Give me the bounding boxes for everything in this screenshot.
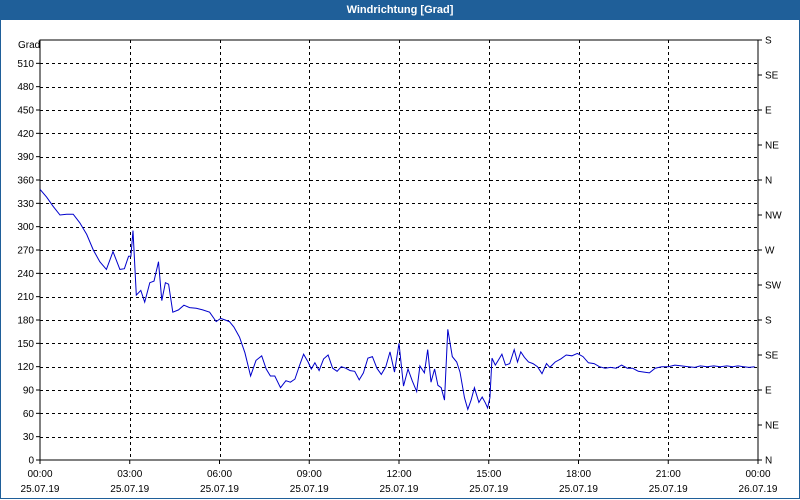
y-tick-label: 420 bbox=[17, 129, 34, 140]
right-tick-label: N bbox=[765, 456, 772, 467]
right-tick-label: SE bbox=[765, 71, 779, 82]
right-tick-label: W bbox=[765, 246, 775, 257]
x-tick-date: 25.07.19 bbox=[559, 484, 598, 495]
right-tick-label: SW bbox=[765, 281, 782, 292]
wind-direction-chart: 0 30 60 90 120 150 180 210 240 270 300 330 360 390 420… bbox=[17, 36, 782, 496]
y-tick-label: 330 bbox=[17, 199, 34, 210]
right-tick-label: S bbox=[765, 36, 772, 47]
y-axis-label: Grad bbox=[18, 40, 40, 51]
x-tick-date: 26.07.19 bbox=[739, 484, 778, 495]
x-tick-time: 00:00 bbox=[27, 469, 52, 480]
series-line bbox=[39, 188, 755, 412]
x-tick-date: 25.07.19 bbox=[200, 484, 239, 495]
x-tick-time: 00:00 bbox=[745, 469, 770, 480]
y-tick-label: 90 bbox=[23, 386, 35, 397]
y-axis-right: N NE E SE S SW W NW N NE E SE S bbox=[758, 36, 782, 467]
right-tick-label: NW bbox=[765, 211, 782, 222]
y-tick-label: 120 bbox=[17, 362, 34, 373]
x-tick-time: 15:00 bbox=[476, 469, 501, 480]
x-tick-date: 25.07.19 bbox=[649, 484, 688, 495]
y-tick-label: 390 bbox=[17, 152, 34, 163]
y-tick-label: 360 bbox=[17, 176, 34, 187]
x-tick-time: 18:00 bbox=[566, 469, 591, 480]
y-tick-label: 30 bbox=[23, 432, 35, 443]
right-tick-label: N bbox=[765, 176, 772, 187]
x-tick-date: 25.07.19 bbox=[21, 484, 60, 495]
x-tick-time: 21:00 bbox=[656, 469, 681, 480]
y-tick-label: 60 bbox=[23, 409, 35, 420]
y-tick-label: 300 bbox=[17, 222, 34, 233]
x-tick-time: 09:00 bbox=[297, 469, 322, 480]
y-tick-label: 180 bbox=[17, 316, 34, 327]
right-tick-label: S bbox=[765, 316, 772, 327]
y-tick-label: 210 bbox=[17, 292, 34, 303]
y-tick-label: 0 bbox=[28, 456, 34, 467]
x-tick-date: 25.07.19 bbox=[110, 484, 149, 495]
x-tick-date: 25.07.19 bbox=[380, 484, 419, 495]
right-tick-label: SE bbox=[765, 351, 779, 362]
x-axis: 00:00 25.07.19 03:00 25.07.19 06:00 25.07.19 0… bbox=[21, 460, 778, 495]
y-tick-label: 510 bbox=[17, 59, 34, 70]
x-tick-time: 03:00 bbox=[117, 469, 142, 480]
x-tick-time: 06:00 bbox=[207, 469, 232, 480]
x-tick-date: 25.07.19 bbox=[290, 484, 329, 495]
x-tick-date: 25.07.19 bbox=[469, 484, 508, 495]
y-axis-left: 0 30 60 90 120 150 180 210 240 270 300 330 360 390 420… bbox=[17, 59, 40, 467]
right-tick-label: E bbox=[765, 386, 772, 397]
x-tick-time: 12:00 bbox=[386, 469, 411, 480]
y-tick-label: 270 bbox=[17, 246, 34, 257]
right-tick-label: NE bbox=[765, 421, 779, 432]
right-tick-label: E bbox=[765, 106, 772, 117]
grid-lines bbox=[40, 40, 758, 460]
y-tick-label: 240 bbox=[17, 269, 34, 280]
y-tick-label: 450 bbox=[17, 106, 34, 117]
right-tick-label: NE bbox=[765, 141, 779, 152]
y-tick-label: 150 bbox=[17, 339, 34, 350]
y-tick-label: 480 bbox=[17, 82, 34, 93]
series-group bbox=[39, 188, 755, 412]
